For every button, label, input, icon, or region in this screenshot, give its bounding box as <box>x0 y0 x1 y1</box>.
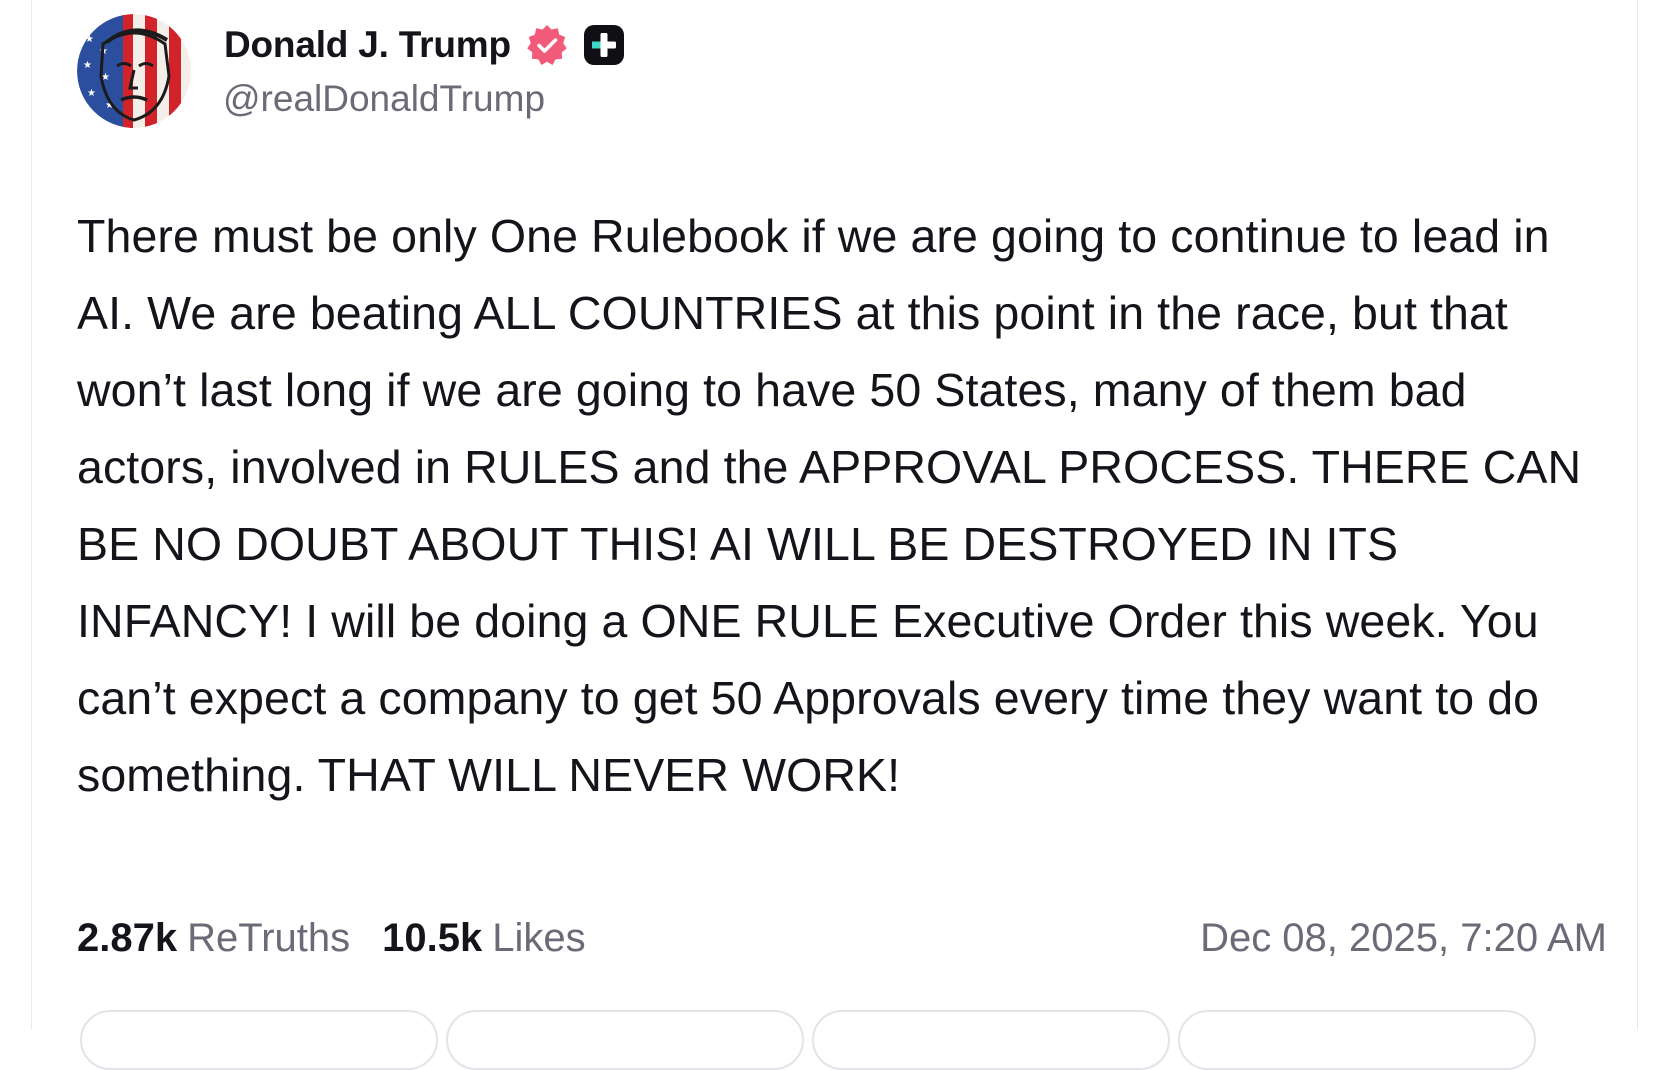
author-handle[interactable]: @realDonaldTrump <box>223 78 545 120</box>
plus-badge-icon <box>583 25 624 65</box>
svg-text:★: ★ <box>87 88 96 99</box>
retruths-label[interactable]: ReTruths <box>187 916 350 961</box>
svg-text:★: ★ <box>83 60 92 71</box>
retruth-button[interactable] <box>446 1010 804 1070</box>
author-display-name[interactable]: Donald J. Trump <box>224 24 511 66</box>
likes-label[interactable]: Likes <box>492 916 585 961</box>
post-body-text: There must be only One Rulebook if we ar… <box>77 210 1582 801</box>
author-name-row: Donald J. Trump <box>224 20 625 70</box>
likes-count[interactable]: 10.5k <box>382 916 482 961</box>
share-button[interactable] <box>1178 1010 1536 1070</box>
retruths-count[interactable]: 2.87k <box>77 916 177 961</box>
post-stats: 2.87k ReTruths 10.5k Likes <box>77 912 586 964</box>
like-button[interactable] <box>812 1010 1170 1070</box>
avatar[interactable]: ★ ★ ★ ★ ★ ★ <box>77 14 191 128</box>
verified-badge-icon <box>527 25 567 65</box>
post-timestamp[interactable]: Dec 08, 2025, 7:20 AM <box>1200 912 1607 964</box>
reply-button[interactable] <box>80 1010 438 1070</box>
